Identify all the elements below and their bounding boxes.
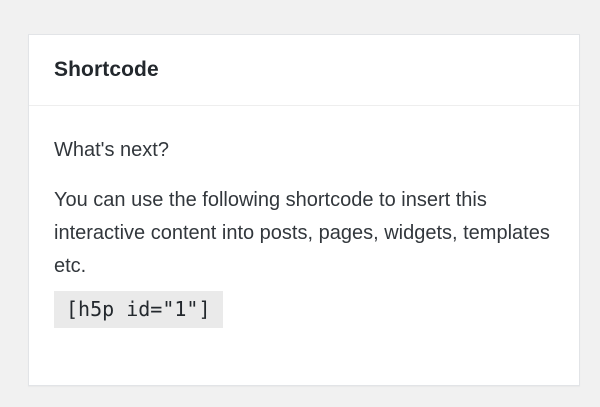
whats-next-label: What's next? (54, 139, 169, 161)
panel-body: What's next? You can use the following s… (29, 136, 579, 328)
panel-header: Shortcode (29, 35, 579, 106)
shortcode-description: You can use the following shortcode to i… (54, 189, 550, 277)
shortcode-panel: Shortcode What's next? You can use the f… (28, 34, 580, 386)
shortcode-value[interactable]: [h5p id="1"] (54, 291, 223, 328)
panel-title: Shortcode (54, 58, 159, 81)
